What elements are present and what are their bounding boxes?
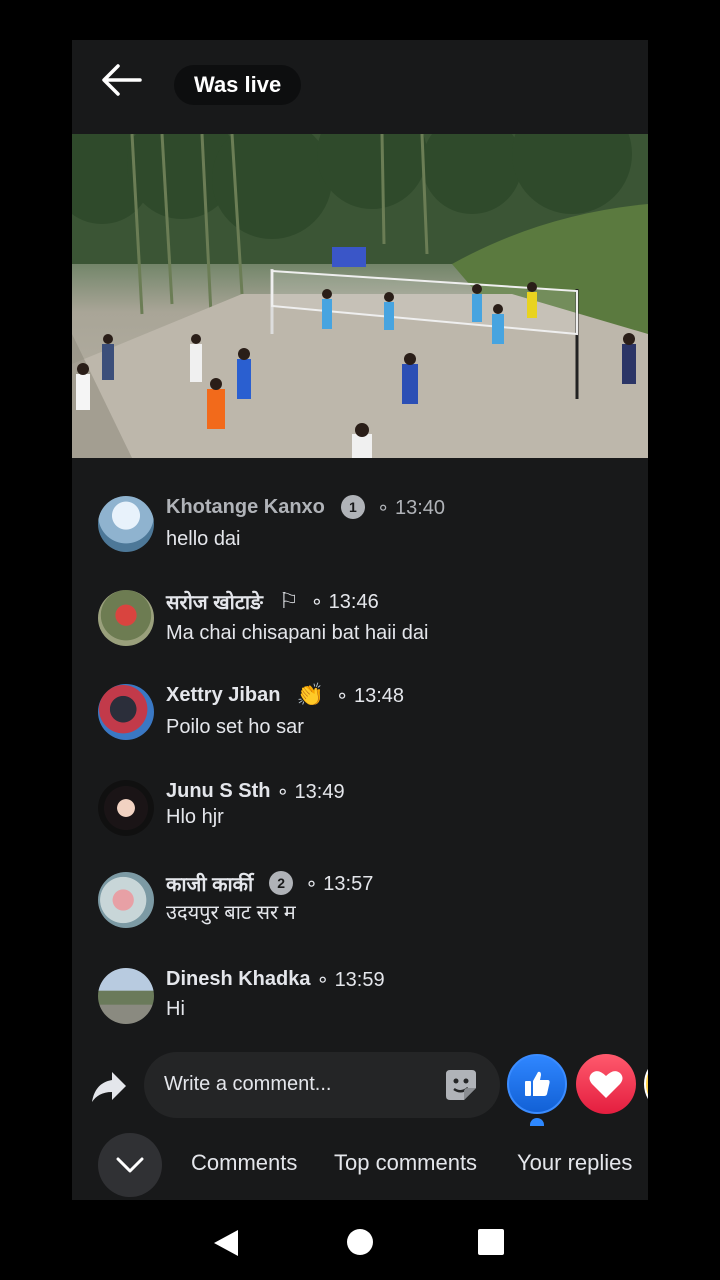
clapping-hands-icon: 👏 (296, 682, 324, 707)
comment-item[interactable]: Khotange Kanxo 1 ∘ 13:40 hello dai (98, 480, 638, 560)
commenter-name[interactable]: सरोज खोटाङे (166, 588, 263, 615)
video-player[interactable] (72, 134, 648, 458)
flag-icon: ⚐ (278, 588, 299, 613)
fan-badge-icon: 2 (269, 871, 294, 895)
commenter-name[interactable]: Dinesh Khadka (166, 968, 310, 991)
comment-item[interactable]: Xettry Jiban 👏 ∘ 13:48 Poilo set ho sar (98, 668, 638, 748)
sticker-icon[interactable] (444, 1068, 478, 1102)
selected-indicator (530, 1118, 544, 1126)
comment-header: Dinesh Khadka ∘ 13:59 (166, 964, 385, 994)
comment-text: Hi (166, 998, 185, 1020)
comment-text: hello dai (166, 528, 241, 550)
comment-item[interactable]: काजी कार्की 2 ∘ 13:57 उदयपुर बाट सर म (98, 856, 638, 936)
comment-input[interactable]: Write a comment... (144, 1052, 500, 1118)
collapse-button[interactable] (98, 1133, 162, 1197)
comment-header: Khotange Kanxo 1 ∘ 13:40 (166, 492, 445, 522)
back-button[interactable] (100, 62, 144, 98)
fan-badge-icon: 1 (340, 495, 365, 519)
comment-time: ∘ 13:40 (376, 496, 446, 519)
avatar[interactable] (98, 780, 154, 836)
avatar[interactable] (98, 590, 154, 646)
avatar[interactable] (98, 496, 154, 552)
header: Was live (72, 40, 648, 134)
nav-home-icon[interactable] (347, 1229, 373, 1255)
commenter-name[interactable]: Khotange Kanxo (166, 496, 325, 519)
comment-header: Junu S Sth ∘ 13:49 (166, 776, 345, 806)
live-video-screen: Was live Khotange Kanxo 1 ∘ 13:40 hello … (72, 40, 648, 1200)
nav-recents-icon[interactable] (478, 1229, 504, 1255)
commenter-name[interactable]: Junu S Sth (166, 780, 270, 803)
comment-tabs: Comments Top comments Your replies (72, 1130, 648, 1200)
commenter-name[interactable]: काजी कार्की (166, 870, 253, 897)
was-live-label: Was live (174, 65, 302, 105)
share-button[interactable] (90, 1070, 128, 1104)
comment-item[interactable]: Junu S Sth ∘ 13:49 Hlo hjr (98, 764, 638, 844)
comment-item[interactable]: सरोज खोटाङे ⚐ ∘ 13:46 Ma chai chisapani … (98, 574, 638, 654)
commenter-name[interactable]: Xettry Jiban (166, 684, 280, 707)
avatar[interactable] (98, 872, 154, 928)
nav-back-icon[interactable] (212, 1228, 240, 1258)
comment-text: उदयपुर बाट सर म (166, 902, 296, 924)
back-arrow-icon (102, 64, 142, 96)
video-frame (72, 134, 648, 458)
comment-time: ∘ 13:48 (335, 684, 405, 707)
heart-icon (589, 1071, 623, 1098)
comment-header: Xettry Jiban 👏 ∘ 13:48 (166, 680, 404, 710)
comment-text: Poilo set ho sar (166, 716, 304, 738)
tab-your-replies[interactable]: Your replies (517, 1150, 632, 1176)
comment-composer: Write a comment... (72, 1048, 648, 1126)
chevron-down-icon (116, 1157, 144, 1173)
like-reaction-button[interactable] (507, 1054, 567, 1114)
comment-placeholder: Write a comment... (164, 1073, 332, 1095)
comment-header: काजी कार्की 2 ∘ 13:57 (166, 868, 373, 898)
love-reaction-button[interactable] (576, 1054, 636, 1114)
comment-time: ∘ 13:49 (276, 780, 345, 803)
haha-reaction-button[interactable] (644, 1054, 648, 1114)
comment-item[interactable]: Dinesh Khadka ∘ 13:59 Hi (98, 952, 638, 1032)
like-icon (525, 1071, 550, 1096)
comment-time: ∘ 13:46 (310, 590, 379, 613)
comment-text: Ma chai chisapani bat haii dai (166, 622, 429, 644)
comment-time: ∘ 13:59 (316, 968, 385, 991)
share-icon (92, 1072, 126, 1102)
tab-comments[interactable]: Comments (191, 1150, 297, 1176)
comment-header: सरोज खोटाङे ⚐ ∘ 13:46 (166, 586, 379, 616)
avatar[interactable] (98, 968, 154, 1024)
system-nav-bar (0, 1200, 720, 1280)
avatar[interactable] (98, 684, 154, 740)
tab-top-comments[interactable]: Top comments (334, 1150, 477, 1176)
comment-time: ∘ 13:57 (305, 872, 374, 895)
comment-text: Hlo hjr (166, 806, 224, 828)
